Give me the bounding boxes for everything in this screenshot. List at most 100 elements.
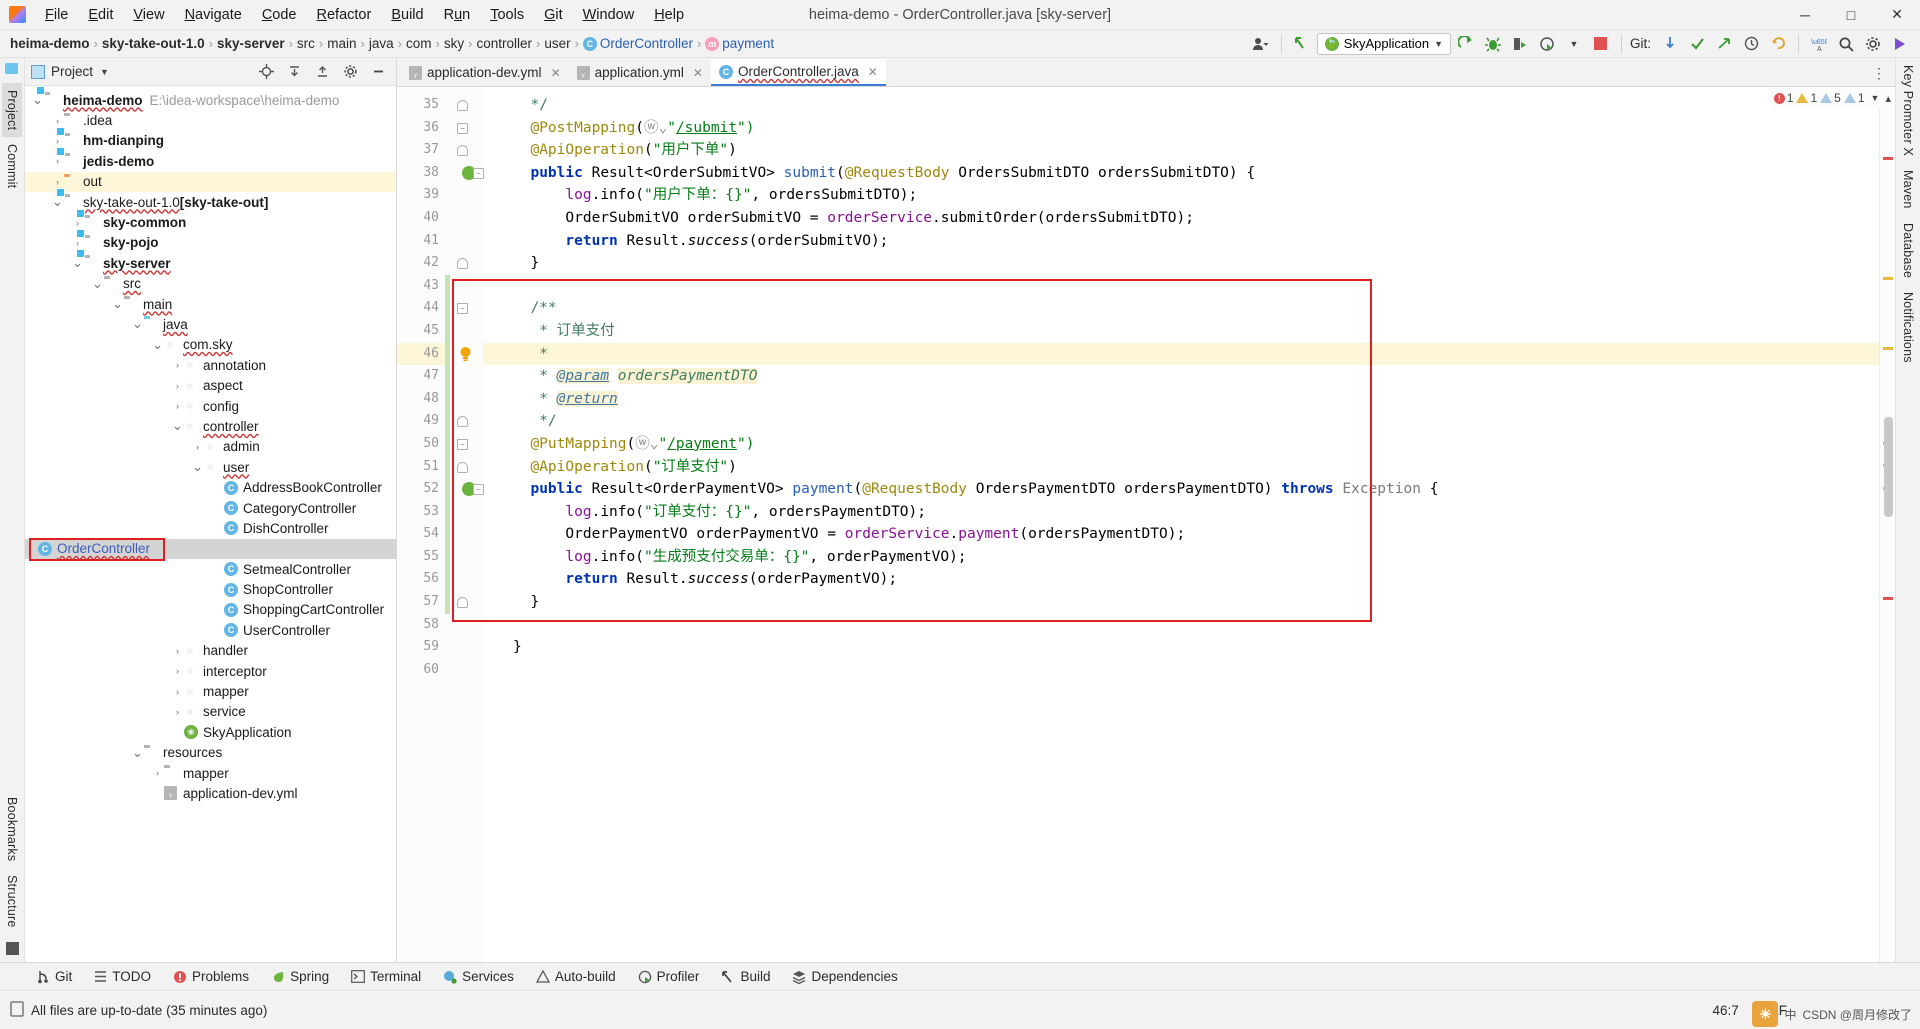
gutter-marker-row[interactable]: [445, 252, 483, 275]
breadcrumb-item-ordercontroller[interactable]: C OrderController: [582, 36, 693, 51]
editor-body[interactable]: 35 36 37 38 39 40 41 42 43 44 45 46 47 48 49 50 51 52 53 54…: [397, 87, 1895, 962]
run-icon[interactable]: [1454, 33, 1478, 55]
git-commit-icon[interactable]: [1685, 33, 1709, 55]
menu-navigate[interactable]: Navigate: [175, 3, 252, 27]
gutter-marker-row[interactable]: [445, 365, 483, 388]
fold-marker-icon[interactable]: [457, 461, 468, 473]
run-anything-icon[interactable]: [1888, 33, 1912, 55]
debug-icon[interactable]: [1481, 33, 1505, 55]
code-line[interactable]: *: [483, 342, 1879, 366]
chevron-right-icon[interactable]: ›: [71, 236, 84, 249]
tree-item[interactable]: ❀ SkyApplication: [25, 722, 396, 742]
tree-item[interactable]: C ShoppingCartController: [25, 600, 396, 620]
breadcrumb-item-sky-take-out-1-0[interactable]: sky-take-out-1.0: [102, 36, 205, 51]
settings-gear-icon[interactable]: [1861, 33, 1885, 55]
run-configuration-selector[interactable]: 🍃 SkyApplication ▼: [1316, 32, 1451, 55]
gutter-marker-row[interactable]: [445, 456, 483, 479]
tree-item[interactable]: ⌄ src: [25, 274, 396, 294]
editor-tab-overflow[interactable]: ⋮: [1872, 65, 1895, 86]
warning-count-badge[interactable]: 1: [1796, 91, 1817, 105]
intention-bulb-icon[interactable]: [459, 346, 472, 362]
chevron-right-icon[interactable]: ›: [171, 400, 184, 413]
chevron-down-icon[interactable]: ⌄: [111, 296, 124, 311]
editor-tab-application-yml[interactable]: Yapplication.yml ✕: [569, 59, 711, 86]
chevron-right-icon[interactable]: ›: [171, 644, 184, 657]
fold-collapse-icon[interactable]: −: [457, 438, 468, 450]
tree-item[interactable]: › hm-dianping: [25, 131, 396, 151]
tree-item[interactable]: › handler: [25, 641, 396, 661]
gutter-marker-row[interactable]: [445, 659, 483, 682]
info-count-badge[interactable]: 1: [1843, 91, 1865, 105]
code-line[interactable]: /**: [483, 297, 1879, 320]
account-icon[interactable]: [1249, 33, 1273, 55]
gutter-marker-row[interactable]: [445, 343, 483, 366]
breadcrumb[interactable]: heima-demo › sky-take-out-1.0 › sky-server › s…: [10, 36, 774, 51]
chevron-down-icon[interactable]: ⌄: [31, 92, 44, 107]
gutter-marker-row[interactable]: [445, 591, 483, 614]
project-header-actions[interactable]: [254, 61, 390, 83]
rail-tab-bookmarks[interactable]: Bookmarks: [2, 790, 22, 868]
code-line[interactable]: */: [483, 410, 1879, 433]
breadcrumb-item-com[interactable]: com: [406, 36, 432, 51]
tree-item[interactable]: › admin: [25, 437, 396, 457]
chevron-down-icon[interactable]: ▼: [1434, 39, 1443, 49]
breadcrumb-item-heima-demo[interactable]: heima-demo: [10, 36, 90, 51]
translate-icon[interactable]: \u6587A: [1807, 33, 1831, 55]
code-line[interactable]: @ApiOperation("用户下单"): [483, 139, 1879, 162]
code-line[interactable]: @ApiOperation("订单支付"): [483, 456, 1879, 479]
project-tree[interactable]: ⌄ heima-demo E:\idea-workspace\heima-demo ›…: [25, 86, 396, 962]
close-tab-icon[interactable]: ✕: [868, 65, 878, 79]
gutter-markers[interactable]: − − − − −: [445, 87, 484, 962]
chevron-down-icon[interactable]: ⌄: [131, 316, 144, 331]
fold-collapse-icon[interactable]: −: [457, 303, 468, 315]
tool-window-todo[interactable]: TODO: [83, 967, 162, 986]
breadcrumb-item-sky[interactable]: sky: [444, 36, 464, 51]
breadcrumb-item-main[interactable]: main: [327, 36, 356, 51]
tool-window-spring[interactable]: Spring: [260, 967, 340, 986]
chevron-down-icon[interactable]: ▼: [1562, 33, 1586, 55]
rail-tab-project[interactable]: Project: [2, 83, 22, 138]
fold-marker-icon[interactable]: [457, 597, 468, 609]
chevron-right-icon[interactable]: ›: [171, 705, 184, 718]
fold-collapse-icon[interactable]: −: [457, 122, 468, 134]
tree-item[interactable]: C CategoryController: [25, 498, 396, 518]
menu-view[interactable]: View: [123, 3, 174, 27]
code-line[interactable]: [483, 275, 1879, 298]
tree-item[interactable]: C ShopController: [25, 579, 396, 599]
undo-icon[interactable]: [1766, 33, 1790, 55]
chevron-down-icon[interactable]: ⌄: [151, 337, 164, 352]
gutter-marker-row[interactable]: [445, 184, 483, 207]
history-icon[interactable]: [1739, 33, 1763, 55]
chevron-right-icon[interactable]: ›: [171, 665, 184, 678]
gutter-marker-row[interactable]: [445, 501, 483, 524]
breadcrumb-item-sky-server[interactable]: sky-server: [217, 36, 285, 51]
maximize-button[interactable]: □: [1828, 0, 1874, 30]
tree-item[interactable]: › annotation: [25, 355, 396, 375]
code-line[interactable]: public Result<OrderPaymentVO> payment(@R…: [483, 478, 1879, 501]
tool-window-problems[interactable]: Problems: [162, 967, 260, 986]
code-line[interactable]: @PostMapping(ⓦ⌄"/submit"): [483, 117, 1879, 140]
code-line[interactable]: return Result.success(orderPaymentVO);: [483, 568, 1879, 591]
menu-git[interactable]: Git: [534, 3, 573, 27]
editor-tab-bar[interactable]: Yapplication-dev.yml ✕ Yapplication.yml ✕ C O…: [397, 58, 1895, 87]
settings-gear-icon[interactable]: [338, 61, 362, 83]
chevron-right-icon[interactable]: ›: [151, 767, 164, 780]
gutter-marker-row[interactable]: [445, 568, 483, 591]
code-line[interactable]: OrderSubmitVO orderSubmitVO = orderServi…: [483, 207, 1879, 230]
chevron-right-icon[interactable]: ›: [171, 685, 184, 698]
gutter-marker-row[interactable]: [445, 410, 483, 433]
tool-window-build[interactable]: Build: [710, 967, 781, 986]
menu-tools[interactable]: Tools: [480, 3, 534, 27]
gutter-marker-row[interactable]: [445, 546, 483, 569]
menu-bar[interactable]: File Edit View Navigate Code Refactor Bu…: [35, 3, 694, 27]
code-line[interactable]: }: [483, 591, 1879, 614]
profiler-icon[interactable]: [1535, 33, 1559, 55]
tree-item[interactable]: ⌄ com.sky: [25, 335, 396, 355]
minimize-button[interactable]: ─: [1782, 0, 1828, 30]
tree-item[interactable]: C DishController: [25, 518, 396, 538]
chevron-right-icon[interactable]: ›: [191, 440, 204, 453]
main-toolbar[interactable]: 🍃 SkyApplication ▼ ▼ Git: \u658 A: [1249, 32, 1920, 55]
chevron-right-icon[interactable]: ›: [171, 379, 184, 392]
gutter-marker-row[interactable]: [445, 207, 483, 230]
right-tool-rail[interactable]: Key Promoter X Maven Database Notificati…: [1895, 58, 1920, 962]
